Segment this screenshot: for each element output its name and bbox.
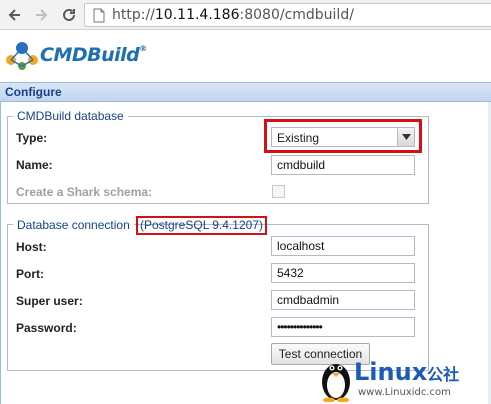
port-input[interactable]: 5432 bbox=[271, 263, 415, 283]
app-logo-text: CMDBuild® bbox=[40, 44, 147, 66]
watermark-url: www.Linuxidc.com bbox=[358, 387, 451, 398]
arrow-right-icon bbox=[36, 9, 48, 21]
host-input[interactable]: localhost bbox=[271, 236, 415, 256]
cmdbuild-logo-icon bbox=[6, 42, 38, 70]
name-label: Name: bbox=[16, 158, 53, 172]
tux-penguin-icon bbox=[322, 364, 350, 402]
type-select[interactable]: Existing bbox=[271, 127, 415, 147]
cmdbuild-database-legend: CMDBuild database bbox=[13, 109, 128, 123]
panel-header: Configure bbox=[0, 82, 491, 102]
chevron-down-icon bbox=[401, 134, 411, 140]
type-select-trigger[interactable] bbox=[397, 128, 414, 146]
type-select-value: Existing bbox=[277, 131, 320, 145]
super-user-input[interactable]: cmdbadmin bbox=[271, 290, 415, 310]
forward-button[interactable] bbox=[30, 4, 52, 26]
port-label: Port: bbox=[16, 267, 44, 281]
back-button[interactable] bbox=[4, 4, 26, 26]
url-text: http://10.11.4.186:8080/cmdbuild/ bbox=[112, 7, 354, 23]
watermark: Linux公社 www.Linuxidc.com bbox=[318, 354, 491, 404]
name-input[interactable]: cmdbuild bbox=[271, 155, 415, 175]
watermark-brand: Linux公社 bbox=[354, 358, 460, 386]
app-header: CMDBuild® bbox=[0, 30, 491, 82]
browser-toolbar: http://10.11.4.186:8080/cmdbuild/ bbox=[0, 0, 491, 30]
panel-title: Configure bbox=[5, 85, 62, 99]
super-user-label: Super user: bbox=[16, 294, 83, 308]
database-connection-legend: Database connection bbox=[13, 218, 134, 232]
address-bar[interactable]: http://10.11.4.186:8080/cmdbuild/ bbox=[84, 3, 491, 27]
reload-button[interactable] bbox=[58, 4, 80, 26]
password-input[interactable]: •••••••••••••• bbox=[271, 317, 415, 337]
host-label: Host: bbox=[16, 240, 47, 254]
password-label: Password: bbox=[16, 321, 77, 335]
reload-icon bbox=[63, 8, 75, 21]
shark-schema-checkbox[interactable] bbox=[272, 185, 285, 198]
page-icon bbox=[93, 8, 105, 23]
shark-schema-label: Create a Shark schema: bbox=[16, 185, 153, 199]
type-label: Type: bbox=[16, 131, 48, 145]
database-version-text: (PostgreSQL 9.4.1207) bbox=[140, 218, 263, 232]
arrow-left-icon bbox=[8, 9, 20, 21]
